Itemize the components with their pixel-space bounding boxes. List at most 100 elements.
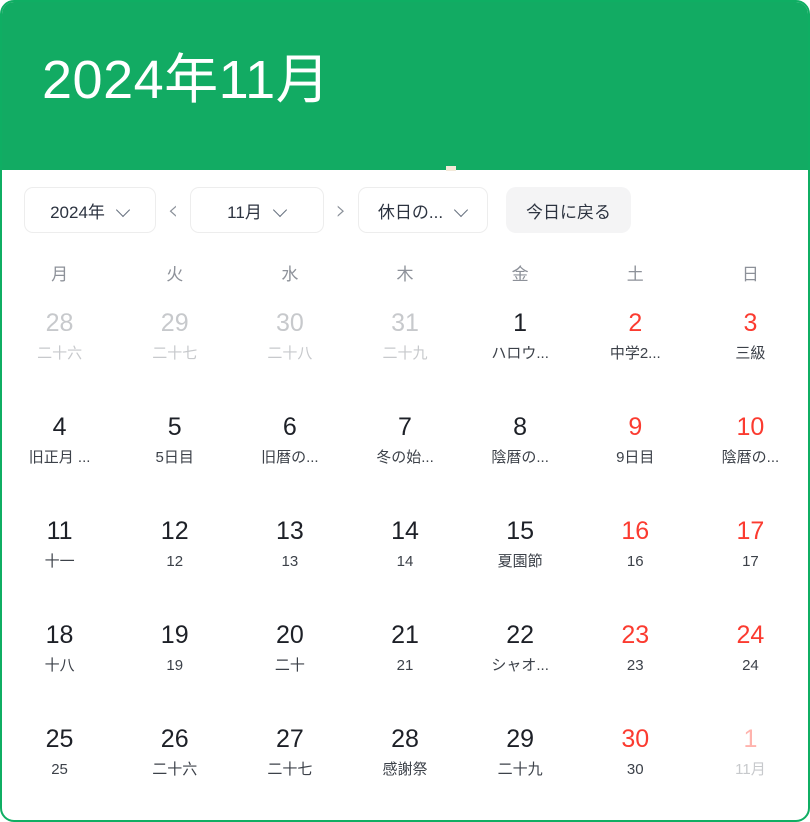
day-number: 11 <box>46 517 73 545</box>
calendar-header: 2024年11月 <box>2 2 808 171</box>
day-sublabel: 12 <box>166 553 184 570</box>
day-sublabel: 陰暦の... <box>721 449 780 466</box>
day-cell[interactable]: 9 9日目 <box>578 398 693 502</box>
day-number: 24 <box>736 621 765 649</box>
day-cell[interactable]: 5 5日目 <box>117 398 232 502</box>
weekday-fri: 金 <box>511 264 529 284</box>
day-number: 23 <box>621 621 650 649</box>
day-number: 2 <box>628 309 643 337</box>
day-sublabel: 24 <box>742 657 759 674</box>
day-cell[interactable]: 13 13 <box>232 502 347 606</box>
weekday-tue: 火 <box>166 264 184 284</box>
day-sublabel: 二十九 <box>497 761 543 778</box>
day-sublabel: 三級 <box>735 345 766 362</box>
day-cell[interactable]: 19 19 <box>117 606 232 710</box>
month-select[interactable]: 11月 <box>190 187 324 233</box>
day-cell[interactable]: 20 二十 <box>232 606 347 710</box>
day-cell[interactable]: 16 16 <box>578 502 693 606</box>
year-select[interactable]: 2024年 <box>24 187 156 233</box>
day-sublabel: 旧正月 ... <box>28 449 91 466</box>
day-number: 12 <box>160 517 189 545</box>
day-number: 26 <box>160 725 189 753</box>
weekday-sat: 土 <box>626 264 644 284</box>
day-sublabel: 二十八 <box>267 345 313 362</box>
day-sublabel: 二十六 <box>152 761 198 778</box>
day-sublabel: 二十七 <box>267 761 313 778</box>
day-cell[interactable]: 6 旧暦の... <box>232 398 347 502</box>
day-cell[interactable]: 10 陰暦の... <box>693 398 808 502</box>
day-cell[interactable]: 17 17 <box>693 502 808 606</box>
day-cell[interactable]: 27 二十七 <box>232 710 347 814</box>
day-cell[interactable]: 12 12 <box>117 502 232 606</box>
day-cell[interactable]: 11 十一 <box>2 502 117 606</box>
day-sublabel: 十八 <box>44 657 75 674</box>
day-number: 22 <box>506 621 535 649</box>
day-number: 16 <box>621 517 650 545</box>
day-cell[interactable]: 24 24 <box>693 606 808 710</box>
day-cell[interactable]: 23 23 <box>578 606 693 710</box>
day-number: 1 <box>743 725 758 753</box>
day-cell[interactable]: 2 中学2... <box>578 294 693 398</box>
day-cell[interactable]: 15 夏園節 <box>463 502 578 606</box>
day-sublabel: 9日目 <box>616 449 655 466</box>
day-number: 1 <box>513 309 528 337</box>
holiday-filter-label: 休日の... <box>377 202 444 222</box>
day-number: 6 <box>282 413 297 441</box>
day-number: 28 <box>391 725 419 753</box>
day-cell[interactable]: 8 陰暦の... <box>463 398 578 502</box>
day-sublabel: 旧暦の... <box>261 449 319 466</box>
day-sublabel: シャオ... <box>491 657 549 674</box>
back-to-today-button[interactable]: 今日に戻る <box>506 187 631 233</box>
day-number: 19 <box>160 621 189 649</box>
month-select-label: 11月 <box>227 202 262 222</box>
chevron-down-icon <box>455 204 468 217</box>
day-sublabel: 16 <box>626 553 644 570</box>
weekday-header-row: 月 火 水 木 金 土 日 <box>2 250 808 294</box>
day-cell[interactable]: 4 旧正月 ... <box>2 398 117 502</box>
day-cell[interactable]: 28 感謝祭 <box>347 710 462 814</box>
day-sublabel: 中学2... <box>609 345 661 362</box>
day-cell[interactable]: 7 冬の始... <box>347 398 462 502</box>
day-number: 29 <box>506 725 535 753</box>
day-cell[interactable]: 3 三級 <box>693 294 808 398</box>
day-number: 30 <box>621 725 650 753</box>
day-cell[interactable]: 1 11月 <box>693 710 808 814</box>
day-cell[interactable]: 1 ハロウ... <box>463 294 578 398</box>
calendar-app: 2024年11月 2024年 ‹ 11月 › 休日の... 今日に戻る 月 火 <box>0 0 810 822</box>
day-number: 29 <box>160 309 189 337</box>
day-sublabel: 二十七 <box>152 345 198 362</box>
day-cell[interactable]: 29 二十九 <box>463 710 578 814</box>
day-number: 17 <box>736 517 765 545</box>
day-number: 20 <box>275 621 304 649</box>
day-cell[interactable]: 22 シャオ... <box>463 606 578 710</box>
holiday-filter-select[interactable]: 休日の... <box>358 187 488 233</box>
next-month-button[interactable]: › <box>324 187 358 233</box>
calendar-toolbar: 2024年 ‹ 11月 › 休日の... 今日に戻る <box>2 170 808 250</box>
day-number: 25 <box>45 725 74 753</box>
day-sublabel: 二十六 <box>37 345 83 362</box>
day-cell[interactable]: 30 30 <box>578 710 693 814</box>
day-cell[interactable]: 26 二十六 <box>117 710 232 814</box>
day-sublabel: 冬の始... <box>376 449 434 466</box>
chevron-down-icon <box>274 204 287 217</box>
day-cell[interactable]: 14 14 <box>347 502 462 606</box>
prev-month-button[interactable]: ‹ <box>156 187 190 233</box>
day-sublabel: 14 <box>396 553 414 570</box>
day-sublabel: 17 <box>742 553 759 570</box>
day-cell[interactable]: 29 二十七 <box>117 294 232 398</box>
page-title: 2024年11月 <box>42 50 331 110</box>
chevron-down-icon <box>117 204 130 217</box>
day-cell[interactable]: 31 二十九 <box>347 294 462 398</box>
day-cell[interactable]: 28 二十六 <box>2 294 117 398</box>
day-number: 10 <box>736 413 765 441</box>
day-sublabel: 23 <box>626 657 644 674</box>
calendar-day-grid: 28 二十六 29 二十七 30 二十八 31 二十九 1 ハロウ... 2 中学2... 3 三級 4 旧正… <box>2 294 808 814</box>
day-sublabel: 5日目 <box>155 449 194 466</box>
day-sublabel: 二十 <box>274 657 305 674</box>
day-sublabel: 19 <box>166 657 184 674</box>
day-cell[interactable]: 25 25 <box>2 710 117 814</box>
day-cell[interactable]: 18 十八 <box>2 606 117 710</box>
day-cell[interactable]: 21 21 <box>347 606 462 710</box>
day-number: 27 <box>275 725 304 753</box>
day-cell[interactable]: 30 二十八 <box>232 294 347 398</box>
